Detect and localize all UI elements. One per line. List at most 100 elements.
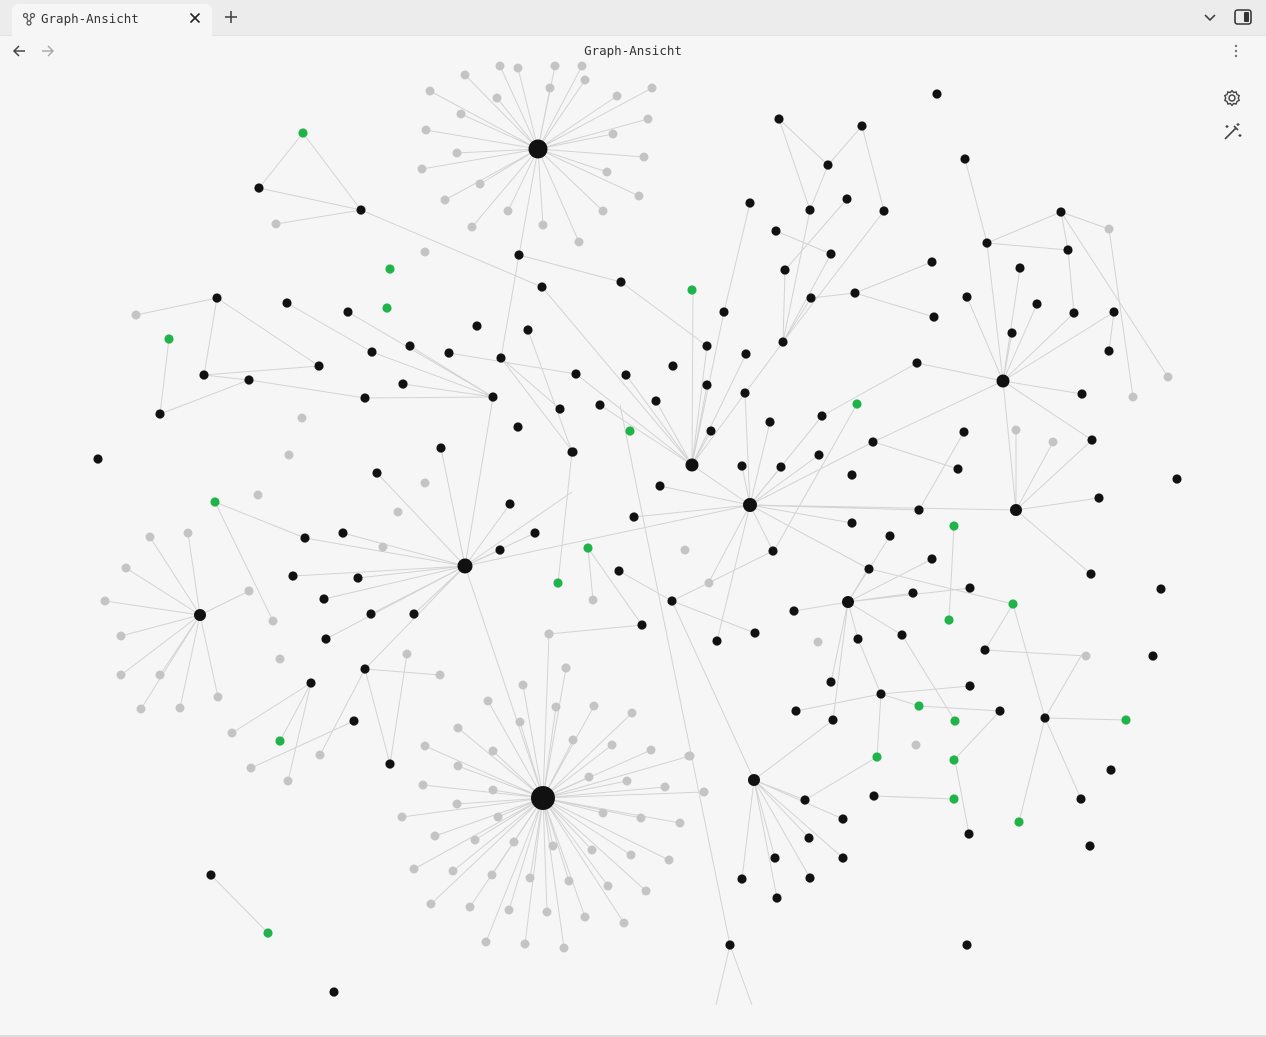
- close-icon[interactable]: [188, 11, 202, 25]
- graph-node-note[interactable]: [960, 154, 970, 164]
- graph-node-unresolved[interactable]: [488, 785, 498, 795]
- graph-node-note[interactable]: [857, 121, 867, 131]
- graph-node-note[interactable]: [206, 870, 216, 880]
- graph-node-note[interactable]: [853, 634, 863, 644]
- graph-node-unresolved[interactable]: [378, 542, 388, 552]
- graph-node-unresolved[interactable]: [297, 413, 307, 423]
- graph-node-note[interactable]: [629, 512, 639, 522]
- graph-node-unresolved[interactable]: [813, 637, 823, 647]
- graph-node-unresolved[interactable]: [116, 670, 126, 680]
- graph-node-unresolved[interactable]: [544, 629, 554, 639]
- graph-node-tag[interactable]: [1008, 599, 1018, 609]
- graph-node-note[interactable]: [530, 528, 540, 538]
- graph-node-note[interactable]: [1076, 794, 1086, 804]
- graph-node-note[interactable]: [927, 554, 937, 564]
- graph-node-note[interactable]: [962, 940, 972, 950]
- graph-node-note[interactable]: [927, 257, 937, 267]
- graph-node-unresolved[interactable]: [246, 763, 256, 773]
- graph-node-note[interactable]: [743, 498, 757, 512]
- graph-node-tag[interactable]: [949, 794, 959, 804]
- graph-node-unresolved[interactable]: [584, 772, 594, 782]
- graph-node-tag[interactable]: [852, 399, 862, 409]
- graph-node-note[interactable]: [338, 528, 348, 538]
- graph-node-note[interactable]: [1087, 435, 1097, 445]
- magic-wand-icon[interactable]: [1221, 121, 1243, 143]
- graph-node-note[interactable]: [868, 437, 878, 447]
- graph-node-tag[interactable]: [950, 716, 960, 726]
- graph-node-note[interactable]: [319, 594, 329, 604]
- graph-node-note[interactable]: [1094, 493, 1104, 503]
- graph-node-note[interactable]: [702, 341, 712, 351]
- graph-node-note[interactable]: [531, 786, 555, 810]
- graph-node-note[interactable]: [685, 458, 699, 472]
- graph-node-note[interactable]: [962, 292, 972, 302]
- graph-node-tag[interactable]: [914, 701, 924, 711]
- graph-node-tag[interactable]: [382, 303, 392, 313]
- graph-node-note[interactable]: [737, 461, 747, 471]
- graph-node-note[interactable]: [817, 411, 827, 421]
- graph-node-unresolved[interactable]: [548, 841, 558, 851]
- graph-node-note[interactable]: [1069, 308, 1079, 318]
- graph-node-note[interactable]: [444, 348, 454, 358]
- graph-node-unresolved[interactable]: [504, 905, 514, 915]
- graph-node-unresolved[interactable]: [675, 818, 685, 828]
- graph-node-note[interactable]: [897, 630, 907, 640]
- graph-node-unresolved[interactable]: [488, 746, 498, 756]
- graph-node-note[interactable]: [914, 505, 924, 515]
- graph-node-unresolved[interactable]: [440, 195, 450, 205]
- graph-node-note[interactable]: [537, 282, 547, 292]
- graph-node-unresolved[interactable]: [626, 850, 636, 860]
- graph-node-unresolved[interactable]: [545, 83, 555, 93]
- graph-node-note[interactable]: [496, 353, 506, 363]
- graph-node-unresolved[interactable]: [518, 680, 528, 690]
- graph-node-unresolved[interactable]: [425, 86, 435, 96]
- graph-node-unresolved[interactable]: [155, 670, 165, 680]
- graph-node-unresolved[interactable]: [315, 750, 325, 760]
- graph-node-unresolved[interactable]: [475, 179, 485, 189]
- graph-node-unresolved[interactable]: [402, 649, 412, 659]
- graph-node-tag[interactable]: [553, 578, 563, 588]
- graph-node-unresolved[interactable]: [213, 692, 223, 702]
- graph-node-unresolved[interactable]: [283, 776, 293, 786]
- graph-node-unresolved[interactable]: [515, 717, 525, 727]
- graph-node-unresolved[interactable]: [136, 704, 146, 714]
- graph-node-note[interactable]: [842, 596, 854, 608]
- graph-node-tag[interactable]: [263, 928, 273, 938]
- graph-node-unresolved[interactable]: [1081, 651, 1091, 661]
- graph-node-unresolved[interactable]: [1128, 392, 1138, 402]
- graph-node-tag[interactable]: [210, 497, 220, 507]
- graph-node-unresolved[interactable]: [1163, 372, 1173, 382]
- graph-node-tag[interactable]: [164, 334, 174, 344]
- graph-node-unresolved[interactable]: [619, 918, 629, 928]
- graph-node-note[interactable]: [667, 596, 677, 606]
- graph-node-unresolved[interactable]: [275, 654, 285, 664]
- graph-node-note[interactable]: [932, 89, 942, 99]
- graph-node-unresolved[interactable]: [100, 596, 110, 606]
- graph-node-note[interactable]: [965, 681, 975, 691]
- graph-node-note[interactable]: [996, 374, 1010, 388]
- graph-node-note[interactable]: [1077, 389, 1087, 399]
- graph-node-unresolved[interactable]: [493, 812, 503, 822]
- graph-node-note[interactable]: [288, 571, 298, 581]
- graph-node-unresolved[interactable]: [420, 478, 430, 488]
- graph-node-unresolved[interactable]: [183, 528, 193, 538]
- graph-node-note[interactable]: [488, 392, 498, 402]
- graph-node-note[interactable]: [1106, 765, 1116, 775]
- graph-node-note[interactable]: [528, 139, 548, 159]
- graph-node-unresolved[interactable]: [680, 545, 690, 555]
- graph-node-unresolved[interactable]: [598, 808, 608, 818]
- graph-node-unresolved[interactable]: [271, 219, 281, 229]
- graph-node-unresolved[interactable]: [699, 787, 709, 797]
- graph-node-tag[interactable]: [944, 615, 954, 625]
- graph-node-note[interactable]: [1172, 474, 1182, 484]
- graph-node-note[interactable]: [194, 609, 206, 621]
- graph-node-note[interactable]: [366, 609, 376, 619]
- graph-node-note[interactable]: [805, 205, 815, 215]
- graph-node-unresolved[interactable]: [503, 206, 513, 216]
- graph-node-unresolved[interactable]: [580, 75, 590, 85]
- graph-node-note[interactable]: [1086, 569, 1096, 579]
- graph-node-note[interactable]: [513, 422, 523, 432]
- graph-node-unresolved[interactable]: [420, 247, 430, 257]
- graph-node-note[interactable]: [1104, 346, 1114, 356]
- graph-node-unresolved[interactable]: [448, 866, 458, 876]
